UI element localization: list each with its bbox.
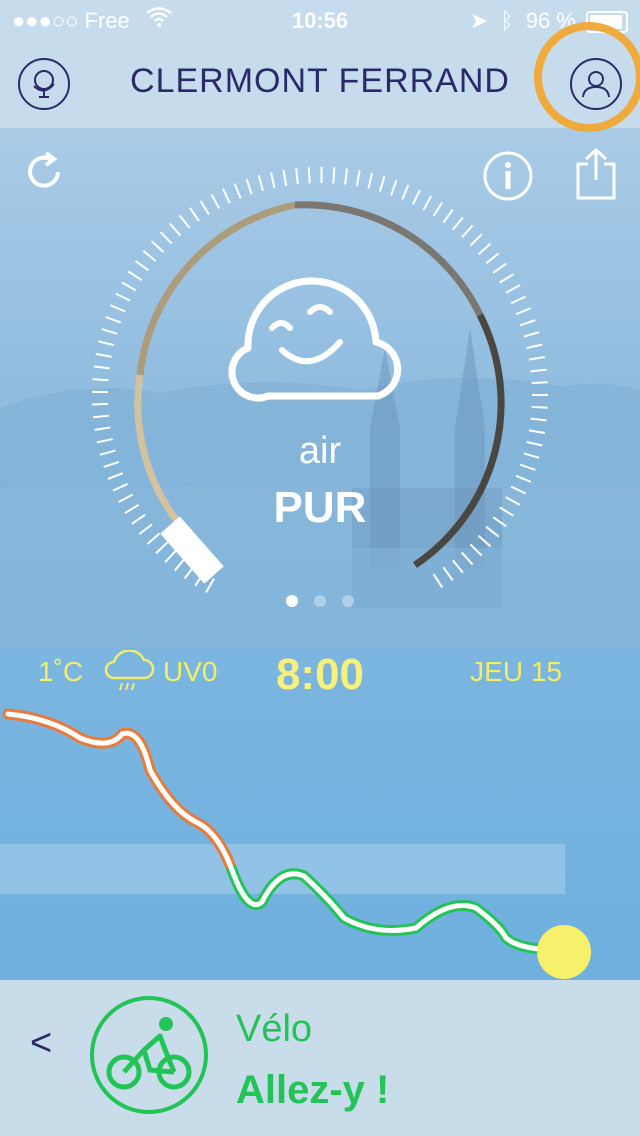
gauge-tick	[378, 175, 386, 192]
forecast-day: JEU 15	[470, 656, 562, 687]
refresh-button[interactable]	[22, 150, 66, 199]
gauge-tick	[270, 172, 276, 189]
bike-activity-button[interactable]	[90, 996, 208, 1114]
gauge-tick	[505, 284, 521, 294]
gauge-tick	[442, 566, 454, 581]
share-icon	[576, 147, 616, 200]
gauge-tick	[159, 231, 173, 245]
gauge-tick	[199, 200, 210, 215]
location-arrow-icon: ➤	[469, 8, 489, 33]
gauge-tick	[332, 167, 336, 184]
gauge-tick	[528, 355, 545, 361]
gauge-tick	[92, 378, 109, 382]
gauge-tick	[526, 343, 543, 350]
gauge-tick	[110, 304, 126, 313]
threshold-band	[0, 844, 565, 894]
header: CLERMONT FERRAND	[0, 22, 640, 132]
gauge-tick	[530, 368, 547, 373]
gauge-tick	[461, 224, 474, 239]
gauge-tick	[150, 240, 165, 253]
gauge-tick	[461, 551, 474, 566]
gauge-tick	[169, 222, 182, 237]
gauge-tick	[519, 319, 536, 327]
gauge-tick	[401, 184, 410, 200]
gauge-tick	[492, 262, 507, 274]
gauge-tick	[432, 573, 444, 589]
gauge-tick	[412, 189, 421, 205]
activity-bar: < Vélo Allez-y !	[0, 982, 640, 1136]
gauge-tick	[222, 188, 231, 204]
profile-highlight-ring	[534, 22, 640, 132]
gauge-tick	[92, 402, 109, 406]
gauge-tick	[530, 417, 547, 422]
gauge-tick	[115, 292, 131, 302]
bluetooth-icon: ᛒ	[500, 8, 514, 33]
gauge-tick	[367, 172, 374, 189]
pollution-forecast-graph	[0, 708, 591, 979]
share-button[interactable]	[574, 146, 618, 207]
air-quality-status: PUR	[273, 483, 367, 532]
page-indicator[interactable]	[0, 594, 640, 612]
gauge-tick	[257, 175, 264, 192]
gauge-tick	[515, 307, 532, 316]
gauge-tick	[155, 541, 169, 555]
gauge-tick	[189, 207, 200, 222]
gauge-tick	[92, 414, 110, 419]
gauge-tick	[442, 209, 454, 224]
gauge-tick	[134, 260, 150, 272]
gauge-tick	[531, 381, 548, 385]
refresh-icon	[28, 151, 60, 188]
gauge-tick	[245, 178, 253, 195]
gauge-tick	[146, 532, 161, 545]
previous-activity-button[interactable]: <	[30, 1022, 52, 1065]
page-dot[interactable]	[286, 595, 298, 607]
bicycle-icon	[106, 1017, 192, 1090]
gauge-tick	[515, 474, 532, 483]
gauge-tick	[485, 252, 500, 265]
gauge-tick	[233, 183, 242, 199]
activity-name: Vélo	[236, 1008, 313, 1050]
gauge-tick	[142, 250, 157, 262]
gauge-tick	[344, 168, 348, 185]
air-label: air	[298, 430, 342, 472]
gauge-tick	[101, 328, 118, 335]
gauge-tick	[95, 352, 112, 358]
gauge-tick	[307, 167, 311, 184]
gauge-tick	[107, 472, 124, 480]
gauge-tick	[523, 331, 540, 338]
current-time-marker[interactable]	[537, 925, 591, 979]
app-screen: ●●●○○ Free 10:56 ➤ ᛒ 96 % CLERMONT FERRA…	[0, 0, 640, 1136]
gauge-tick	[477, 535, 492, 548]
gauge-tick	[510, 295, 527, 305]
gauge-tick	[105, 316, 122, 324]
gauge-tick	[164, 549, 177, 563]
gauge-tick	[282, 169, 288, 186]
gauge-tick	[531, 405, 548, 409]
gauge-tick	[210, 193, 221, 209]
gauge-tick	[477, 242, 492, 255]
gauge-tick	[469, 233, 483, 247]
gauge-tick	[295, 168, 299, 185]
gauge-tick	[355, 170, 361, 187]
status-bar: ●●●○○ Free 10:56 ➤ ᛒ 96 %	[0, 0, 640, 40]
gauge-tick	[452, 216, 464, 231]
weather-row: 1˚C UV0 8:00 JEU 15	[0, 649, 640, 700]
gauge-tick	[432, 201, 444, 217]
gauge-tick	[98, 340, 115, 347]
gauge-tick	[121, 281, 137, 292]
gauge-tick	[452, 559, 464, 574]
gauge-tick	[390, 179, 398, 196]
page-dot[interactable]	[342, 595, 354, 607]
activity-advice: Allez-y !	[236, 1068, 390, 1112]
gauge-tick	[422, 195, 433, 211]
gauge-tick	[127, 270, 143, 281]
gauge-tick	[499, 273, 514, 284]
gauge-tick	[469, 543, 483, 557]
gauge-tick	[93, 365, 110, 370]
gauge-tick	[178, 214, 191, 229]
gauge-tick	[173, 557, 186, 572]
smiling-cloud-icon	[228, 277, 402, 402]
page-dot[interactable]	[314, 595, 326, 607]
